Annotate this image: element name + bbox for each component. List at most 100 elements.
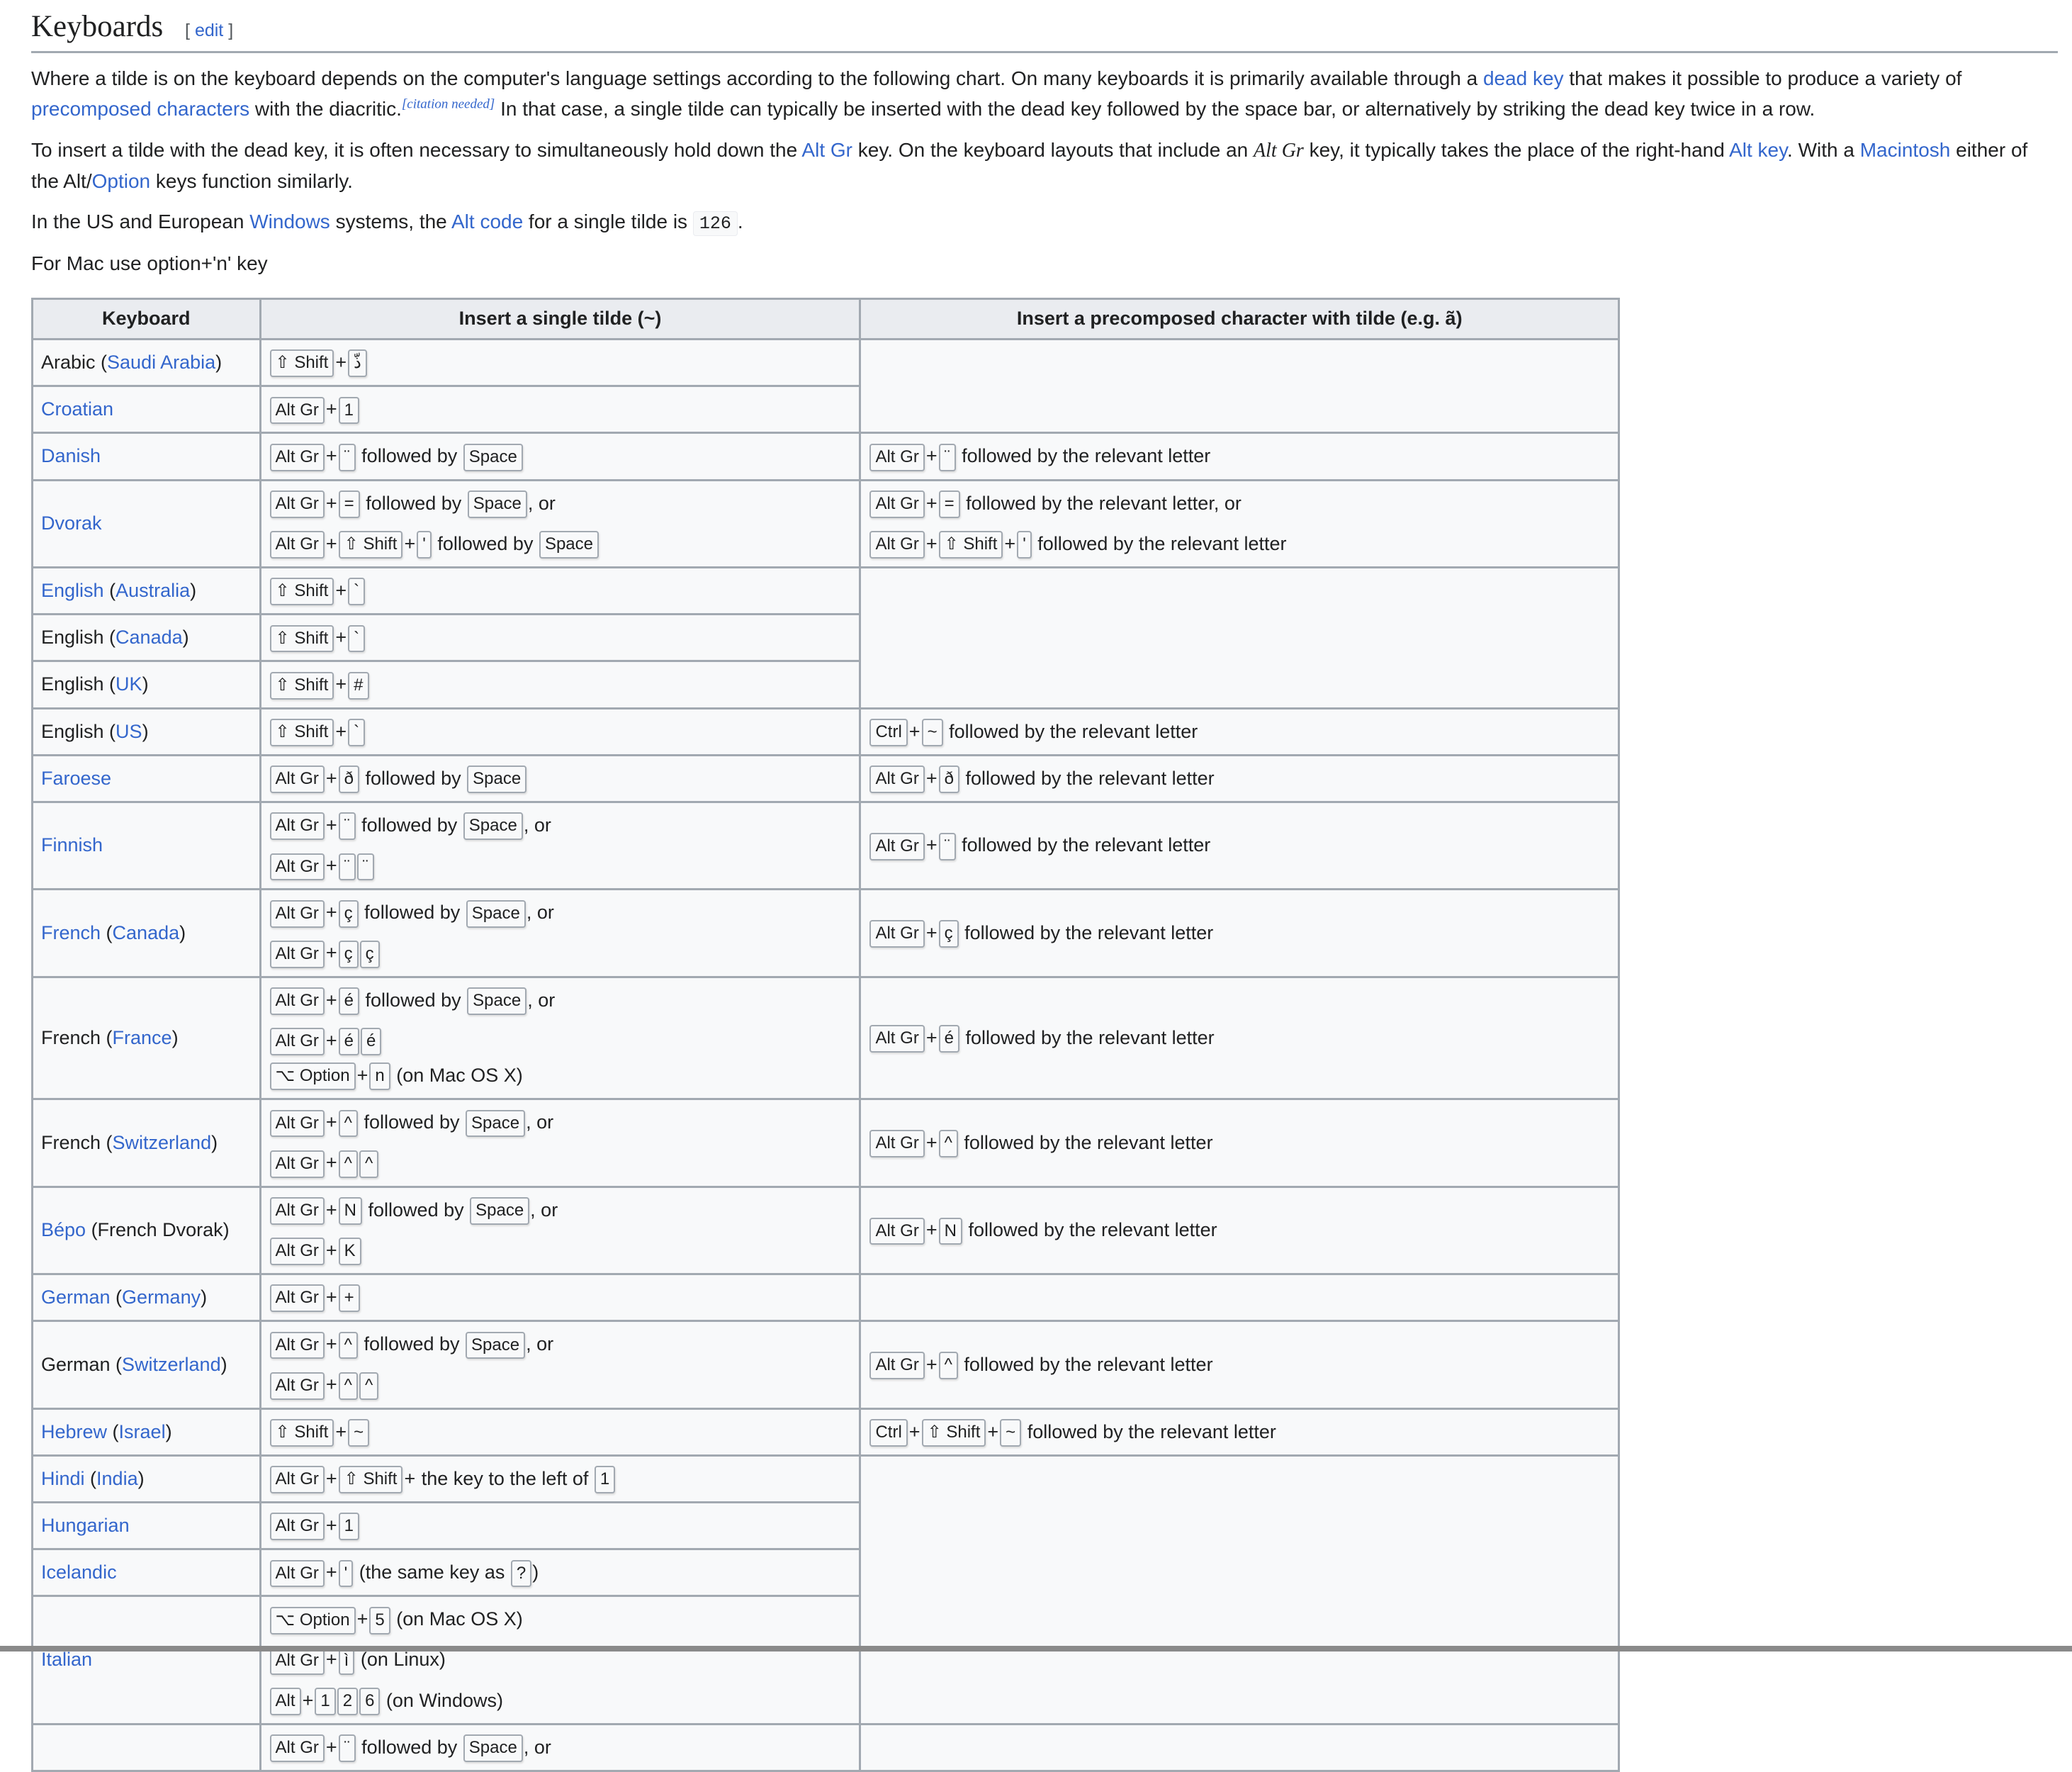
key-sequence: Alt Gr + ¨ followed by the relevant letter [869, 830, 1610, 860]
key-cap: Alt Gr [269, 490, 325, 518]
key-cap: 1 [338, 396, 360, 425]
key-cap: ⇧ Shift [269, 349, 334, 378]
link-dead-key[interactable]: dead key [1483, 67, 1564, 89]
text: followed by the relevant letter [962, 1219, 1217, 1241]
key-cap: Space [463, 1734, 523, 1763]
keyboard-link[interactable]: Israel [119, 1421, 166, 1442]
link-macintosh[interactable]: Macintosh [1860, 139, 1951, 161]
text: followed by [356, 1736, 463, 1758]
text: for a single tilde is [523, 211, 693, 233]
link-alt-key[interactable]: Alt key [1729, 139, 1787, 161]
keyboard-link[interactable]: English [41, 580, 104, 601]
keyboard-link[interactable]: Icelandic [41, 1561, 117, 1583]
keyboard-link[interactable]: France [113, 1027, 172, 1048]
keyboard-link[interactable]: Australia [116, 580, 190, 601]
cell-precomposed: Alt Gr + ð followed by the relevant letter [859, 753, 1620, 803]
keyboard-link[interactable]: German [41, 1286, 111, 1308]
plus-sign: + [404, 1467, 416, 1489]
text: In that case, a single tilde can typical… [495, 98, 1815, 120]
keyboard-link[interactable]: Finnish [41, 834, 103, 856]
plus-sign: + [325, 942, 337, 964]
text: ) [211, 1131, 218, 1153]
key-sequence: Alt Gr + ¨ followed by Space, or [269, 810, 852, 841]
table-row: Bépo (French Dvorak) Alt Gr + N followed by… [31, 1185, 1620, 1275]
link-windows[interactable]: Windows [249, 211, 330, 232]
cell-single-tilde: Alt Gr + é followed by Space, or Alt Gr + é é ⌥… [259, 975, 862, 1101]
keyboard-link[interactable]: Dvorak [41, 512, 102, 534]
keyboard-link[interactable]: Hindi [41, 1468, 85, 1489]
link-alt-code[interactable]: Alt code [451, 211, 523, 232]
keyboard-link[interactable]: Switzerland [122, 1354, 221, 1375]
cell-precomposed: Alt Gr + N followed by the relevant letter [859, 1185, 1620, 1275]
key-cap: Space [463, 443, 523, 471]
horizontal-scrollbar[interactable] [0, 1646, 2072, 1652]
table-row: German (Switzerland) Alt Gr + ^ followed by… [31, 1320, 1620, 1410]
cell-keyboard: French (Switzerland) [31, 1098, 261, 1188]
link-precomposed-characters[interactable]: precomposed characters [31, 98, 249, 120]
text: English ( [41, 673, 116, 695]
text: , or [527, 989, 556, 1011]
paragraph-mac: For Mac use option+'n' key [31, 248, 2058, 279]
link-option[interactable]: Option [92, 170, 151, 192]
plus-sign: + [325, 855, 337, 877]
keyboard-link[interactable]: Saudi Arabia [107, 352, 215, 373]
plus-sign: + [325, 1649, 337, 1671]
keyboard-link[interactable]: Bépo [41, 1219, 86, 1240]
keyboard-link[interactable]: Hebrew [41, 1421, 107, 1442]
text: English ( [41, 720, 116, 742]
keyboard-link[interactable]: French [41, 922, 101, 943]
key-cap: Alt Gr [269, 853, 325, 881]
key-sequence: Alt Gr + ð followed by Space [269, 763, 852, 794]
key-cap: n [369, 1062, 390, 1091]
keyboard-link[interactable]: Switzerland [113, 1132, 212, 1153]
text: (on Windows) [381, 1689, 503, 1711]
keyboard-link[interactable]: Germany [122, 1286, 201, 1308]
citation-needed-link[interactable]: [citation needed] [402, 97, 495, 112]
text: followed by [360, 767, 467, 789]
key-cap: Alt Gr [269, 812, 325, 841]
key-cap: Alt Gr [869, 766, 925, 793]
keyboard-link[interactable]: Danish [41, 445, 101, 466]
cell-single-tilde: ⇧ Shift + ذّ [259, 337, 862, 388]
key-cap: Alt Gr [869, 920, 925, 948]
edit-section: [ edit ] [185, 21, 234, 40]
key-cap: Alt Gr [869, 490, 925, 518]
key-sequence: Alt Gr + K [269, 1235, 852, 1266]
cell-single-tilde: Alt Gr + ¨ followed by Space [259, 432, 862, 481]
table-row: Alt Gr + ¨ followed by Space, or [31, 1722, 1620, 1772]
text: ) [137, 1467, 145, 1489]
text: ( [110, 1286, 123, 1308]
text: ) [220, 1353, 227, 1375]
link-alt-gr[interactable]: Alt Gr [801, 139, 852, 161]
keyboard-link[interactable]: India [96, 1468, 138, 1489]
cell-keyboard: Icelandic [31, 1548, 261, 1598]
key-cap: ` [348, 578, 366, 606]
keyboard-link[interactable]: UK [116, 673, 142, 695]
key-cap: ç [938, 920, 959, 948]
text: followed by [360, 492, 467, 514]
keyboard-link[interactable]: Canada [113, 922, 180, 943]
keyboard-link[interactable]: Hungarian [41, 1515, 130, 1536]
key-sequence: ⌥ Option +5 (on Mac OS X) [269, 1604, 852, 1634]
keyboard-link[interactable]: US [116, 721, 142, 742]
edit-link[interactable]: edit [195, 21, 223, 40]
keyboard-link[interactable]: Faroese [41, 768, 111, 789]
cell-keyboard: Hindi (India) [31, 1454, 261, 1503]
key-cap: N [938, 1217, 962, 1245]
text: . [737, 211, 743, 233]
key-sequence: ⇧ Shift + # [269, 669, 852, 700]
key-sequence: Alt Gr + é followed by Space, or [269, 985, 852, 1016]
key-cap: Alt Gr [269, 899, 325, 928]
key-cap: ' [417, 531, 432, 559]
key-cap: Alt Gr [869, 531, 925, 559]
keyboard-link[interactable]: Canada [116, 627, 183, 648]
table-row: German (Germany) Alt Gr + + [31, 1272, 1620, 1323]
text: ( [101, 921, 113, 943]
cell-single-tilde: Alt Gr + ^ followed by Space, or Alt Gr + ^ ^ [259, 1098, 862, 1188]
keyboard-link[interactable]: Italian [41, 1649, 92, 1670]
keyboard-link[interactable]: Croatian [41, 398, 113, 420]
paragraph-altgr: To insert a tilde with the dead key, it … [31, 135, 2058, 197]
key-cap: Space [467, 766, 527, 793]
key-cap: ~ [921, 718, 943, 746]
text: , or [523, 814, 551, 836]
